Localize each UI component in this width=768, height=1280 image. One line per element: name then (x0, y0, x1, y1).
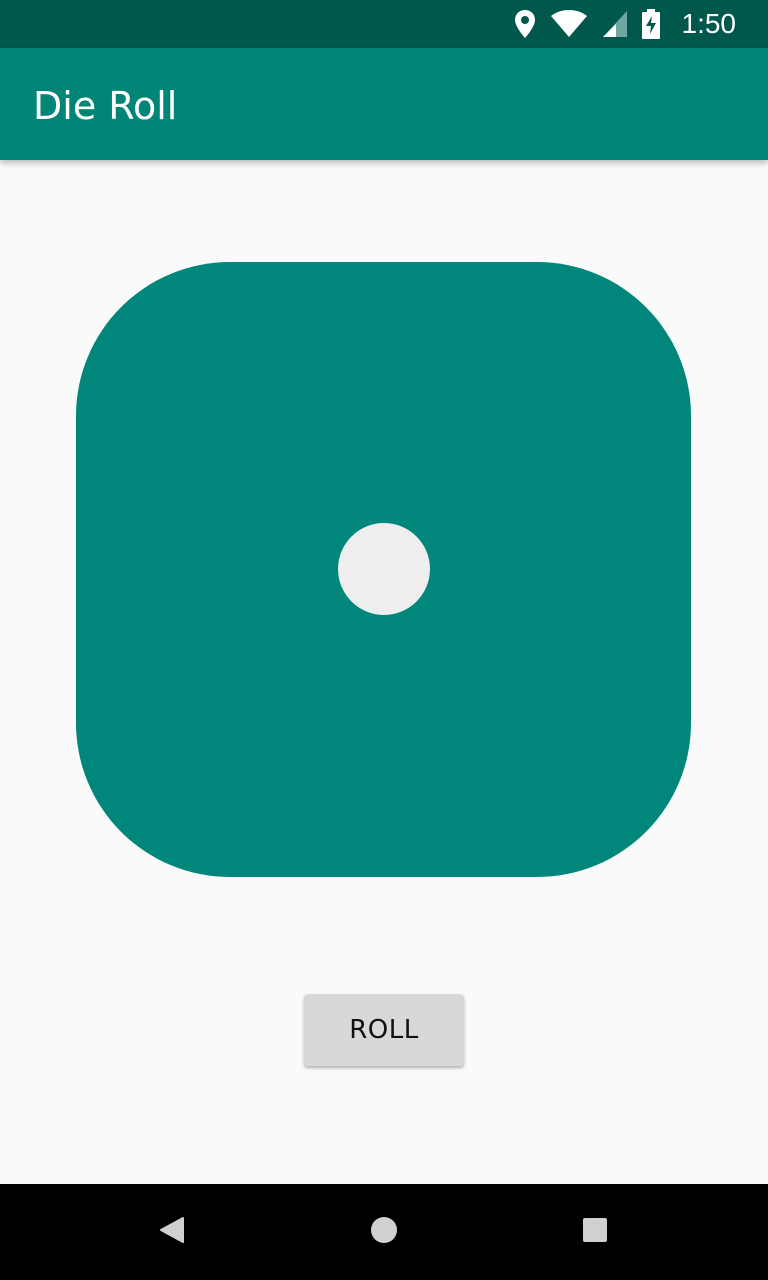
home-button[interactable] (344, 1184, 424, 1280)
status-bar: 1:50 (0, 0, 768, 48)
recents-icon (582, 1217, 608, 1248)
signal-icon (602, 10, 628, 38)
status-icons: 1:50 (514, 0, 737, 48)
recents-button[interactable] (555, 1184, 635, 1280)
die-pip (338, 523, 430, 615)
roll-button[interactable]: ROLL (304, 994, 464, 1066)
wifi-icon (550, 10, 588, 38)
battery-charging-icon (641, 9, 660, 39)
app-bar: Die Roll (0, 48, 768, 160)
status-time: 1:50 (681, 8, 737, 39)
back-icon (159, 1216, 185, 1249)
home-icon (370, 1216, 398, 1249)
location-icon (514, 9, 536, 39)
back-button[interactable] (132, 1184, 212, 1280)
app-title: Die Roll (33, 84, 178, 128)
main-content: ROLL (0, 160, 768, 1184)
navigation-bar (0, 1184, 768, 1280)
die-image (76, 262, 691, 877)
